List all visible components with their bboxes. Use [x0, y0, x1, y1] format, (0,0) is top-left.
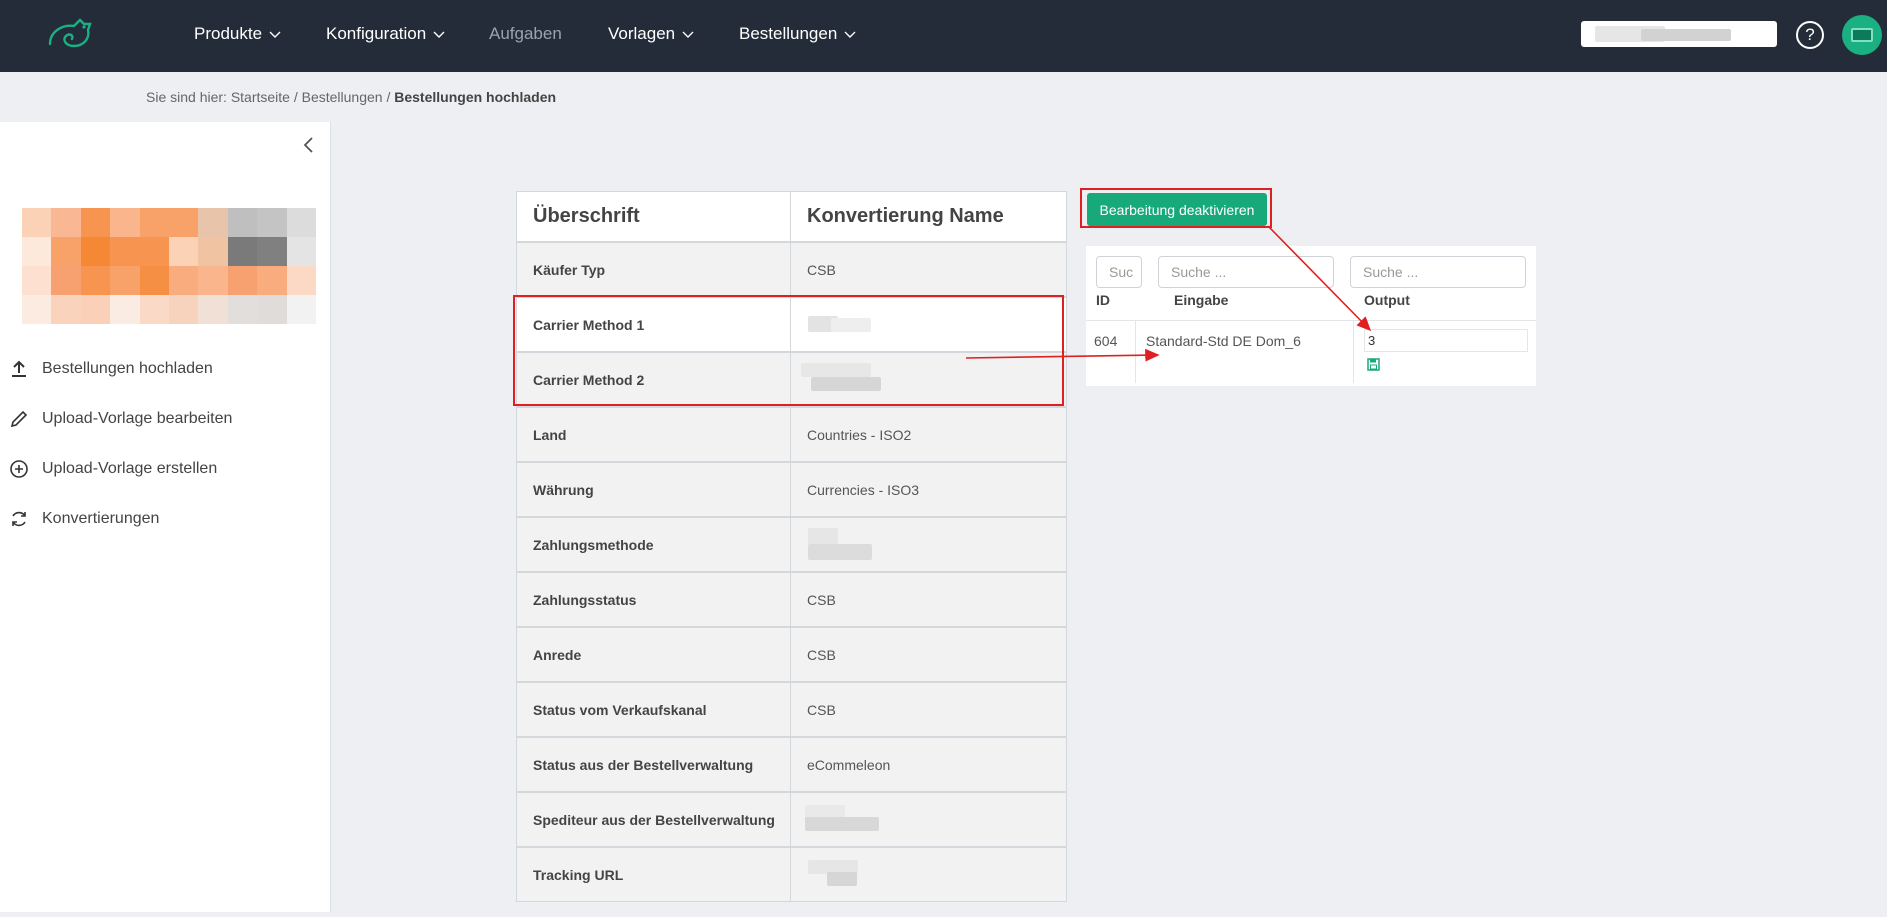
table-row[interactable]: Status vom Verkaufskanal CSB: [516, 682, 1067, 737]
company-logo-pixelated: [22, 208, 316, 324]
breadcrumb: Sie sind hier: Startseite / Bestellungen…: [146, 89, 556, 105]
chevron-down-icon: [844, 31, 856, 38]
row-key: Zahlungsmethode: [516, 517, 791, 572]
table-row[interactable]: Zahlungsmethode: [516, 517, 1067, 572]
row-value: eCommeleon: [790, 737, 1067, 792]
row-key: Anrede: [516, 627, 791, 682]
conversion-table: Suc Suche ... Suche ... ID Eingabe Outpu…: [1086, 246, 1536, 386]
redacted-text: [805, 817, 879, 831]
chevron-down-icon: [433, 31, 445, 38]
avatar[interactable]: [1842, 15, 1882, 55]
table-row[interactable]: Land Countries - ISO2: [516, 407, 1067, 462]
sidebar-item-bestellungen-hochladen[interactable]: Bestellungen hochladen: [8, 358, 213, 380]
help-icon[interactable]: ?: [1796, 21, 1824, 49]
chameleon-logo-icon[interactable]: [44, 14, 96, 54]
table-row[interactable]: Anrede CSB: [516, 627, 1067, 682]
row-value: CSB: [790, 682, 1067, 737]
chevron-left-icon[interactable]: [300, 136, 318, 154]
search-id-input[interactable]: Suc: [1096, 256, 1142, 288]
row-key: Käufer Typ: [516, 242, 791, 297]
table-row[interactable]: Status aus der Bestellverwaltung eCommel…: [516, 737, 1067, 792]
sidebar-item-label: Upload-Vorlage erstellen: [42, 460, 218, 477]
column-header-ueberschrift: Überschrift: [516, 191, 791, 242]
nav-konfiguration-label: Konfiguration: [326, 24, 427, 43]
sidebar: Bestellungen hochladen Upload-Vorlage be…: [0, 122, 331, 912]
pencil-icon: [10, 410, 28, 428]
column-header-konvertierung-name: Konvertierung Name: [790, 191, 1067, 242]
sidebar-item-konvertierungen[interactable]: Konvertierungen: [8, 508, 159, 530]
table-row[interactable]: Tracking URL: [516, 847, 1067, 902]
nav-produkte-label: Produkte: [194, 24, 263, 43]
row-value: [790, 517, 1067, 572]
row-value: CSB: [790, 627, 1067, 682]
row-id: 604: [1086, 321, 1136, 383]
chevron-down-icon: [269, 31, 281, 38]
row-key: Land: [516, 407, 791, 462]
row-key: Status aus der Bestellverwaltung: [516, 737, 791, 792]
nav-bestellungen-label: Bestellungen: [739, 24, 838, 43]
redacted-text: [808, 544, 872, 560]
nav-vorlagen-label: Vorlagen: [608, 24, 676, 43]
sidebar-item-label: Upload-Vorlage bearbeiten: [42, 410, 233, 427]
table-row[interactable]: Käufer Typ CSB: [516, 242, 1067, 297]
row-key: Zahlungsstatus: [516, 572, 791, 627]
row-input: Standard-Std DE Dom_6: [1136, 321, 1354, 383]
row-key: Währung: [516, 462, 791, 517]
help-icon-label: ?: [1805, 25, 1815, 44]
row-key: Status vom Verkaufskanal: [516, 682, 791, 737]
breadcrumb-current: Bestellungen hochladen: [394, 89, 557, 105]
upload-icon: [12, 360, 26, 377]
row-value: CSB: [790, 242, 1067, 297]
column-header-output: Output: [1364, 292, 1410, 308]
sidebar-item-label: Bestellungen hochladen: [42, 360, 213, 377]
output-field[interactable]: 3: [1364, 329, 1528, 352]
sidebar-item-upload-vorlage-bearbeiten[interactable]: Upload-Vorlage bearbeiten: [8, 408, 232, 430]
account-selector[interactable]: [1581, 21, 1777, 47]
row-value: Currencies - ISO3: [790, 462, 1067, 517]
row-key: Tracking URL: [516, 847, 791, 902]
nav-produkte[interactable]: Produkte: [194, 24, 282, 44]
plus-circle-icon: [10, 460, 28, 478]
nav-konfiguration[interactable]: Konfiguration: [326, 24, 446, 44]
nav-bestellungen[interactable]: Bestellungen: [739, 24, 857, 44]
row-value: [790, 847, 1067, 902]
save-icon[interactable]: [1367, 358, 1380, 371]
nav-aufgaben-label: Aufgaben: [489, 24, 562, 43]
top-navbar: Produkte Konfiguration Aufgaben Vorlagen…: [0, 0, 1887, 72]
highlight-box-carrier-methods: [513, 295, 1064, 406]
redacted-text: [1641, 29, 1731, 41]
row-value: [790, 792, 1067, 847]
refresh-icon: [12, 511, 26, 527]
search-eingabe-input[interactable]: Suche ...: [1158, 256, 1334, 288]
search-output-input[interactable]: Suche ...: [1350, 256, 1526, 288]
sidebar-item-label: Konvertierungen: [42, 510, 160, 527]
breadcrumb-path[interactable]: Sie sind hier: Startseite / Bestellungen…: [146, 89, 394, 105]
row-value: CSB: [790, 572, 1067, 627]
table-row[interactable]: Währung Currencies - ISO3: [516, 462, 1067, 517]
avatar-image: [1851, 28, 1873, 42]
redacted-text: [808, 528, 838, 544]
nav-aufgaben[interactable]: Aufgaben: [489, 24, 562, 44]
redacted-text: [827, 872, 857, 886]
chevron-down-icon: [682, 31, 694, 38]
nav-vorlagen[interactable]: Vorlagen: [608, 24, 695, 44]
column-header-id: ID: [1096, 292, 1110, 308]
row-value: Countries - ISO2: [790, 407, 1067, 462]
column-header-eingabe: Eingabe: [1174, 292, 1229, 308]
table-row[interactable]: Spediteur aus der Bestellverwaltung: [516, 792, 1067, 847]
toggle-edit-button[interactable]: Bearbeitung deaktivieren: [1087, 193, 1267, 226]
sidebar-item-upload-vorlage-erstellen[interactable]: Upload-Vorlage erstellen: [8, 458, 217, 480]
row-key: Spediteur aus der Bestellverwaltung: [516, 792, 791, 847]
table-row[interactable]: Zahlungsstatus CSB: [516, 572, 1067, 627]
